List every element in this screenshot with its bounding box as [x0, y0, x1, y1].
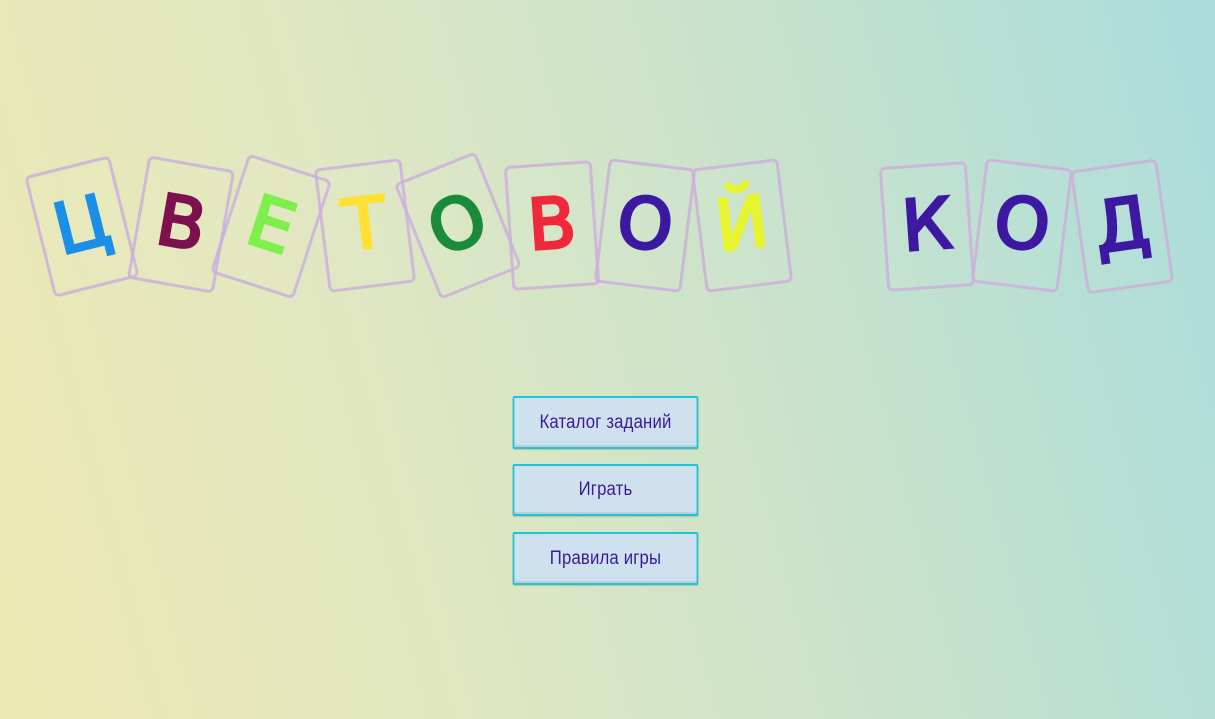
title-letter: о: [415, 174, 500, 274]
title-letter: в: [524, 179, 581, 267]
title-letter-tile: й: [690, 158, 794, 293]
title-letter-tile: т: [313, 158, 417, 293]
title-letter-tile: о: [593, 158, 697, 293]
title-letter: ц: [44, 177, 120, 273]
title-letter: в: [149, 176, 214, 268]
title-letter-tile: к: [878, 161, 976, 292]
title-letter: т: [337, 179, 392, 269]
catalog-button[interactable]: Каталог заданий: [512, 396, 699, 449]
title-letter: д: [1087, 179, 1156, 271]
title-letter-tile: ц: [24, 155, 140, 298]
title-letter: о: [988, 178, 1056, 269]
title-letter: о: [611, 178, 679, 269]
title-letter: к: [898, 180, 956, 268]
title-letter: е: [236, 177, 306, 272]
rules-button[interactable]: Правила игры: [512, 532, 699, 585]
title-letter-tile: о: [970, 158, 1074, 293]
main-menu: Каталог заданий Играть Правила игры: [500, 396, 711, 600]
title-letter: й: [709, 178, 774, 269]
title-letter-tile: д: [1069, 158, 1175, 295]
play-button[interactable]: Играть: [512, 464, 699, 516]
game-title: ц в е т о в о й к о д: [0, 0, 1215, 330]
title-letter-tile: в: [503, 160, 601, 291]
